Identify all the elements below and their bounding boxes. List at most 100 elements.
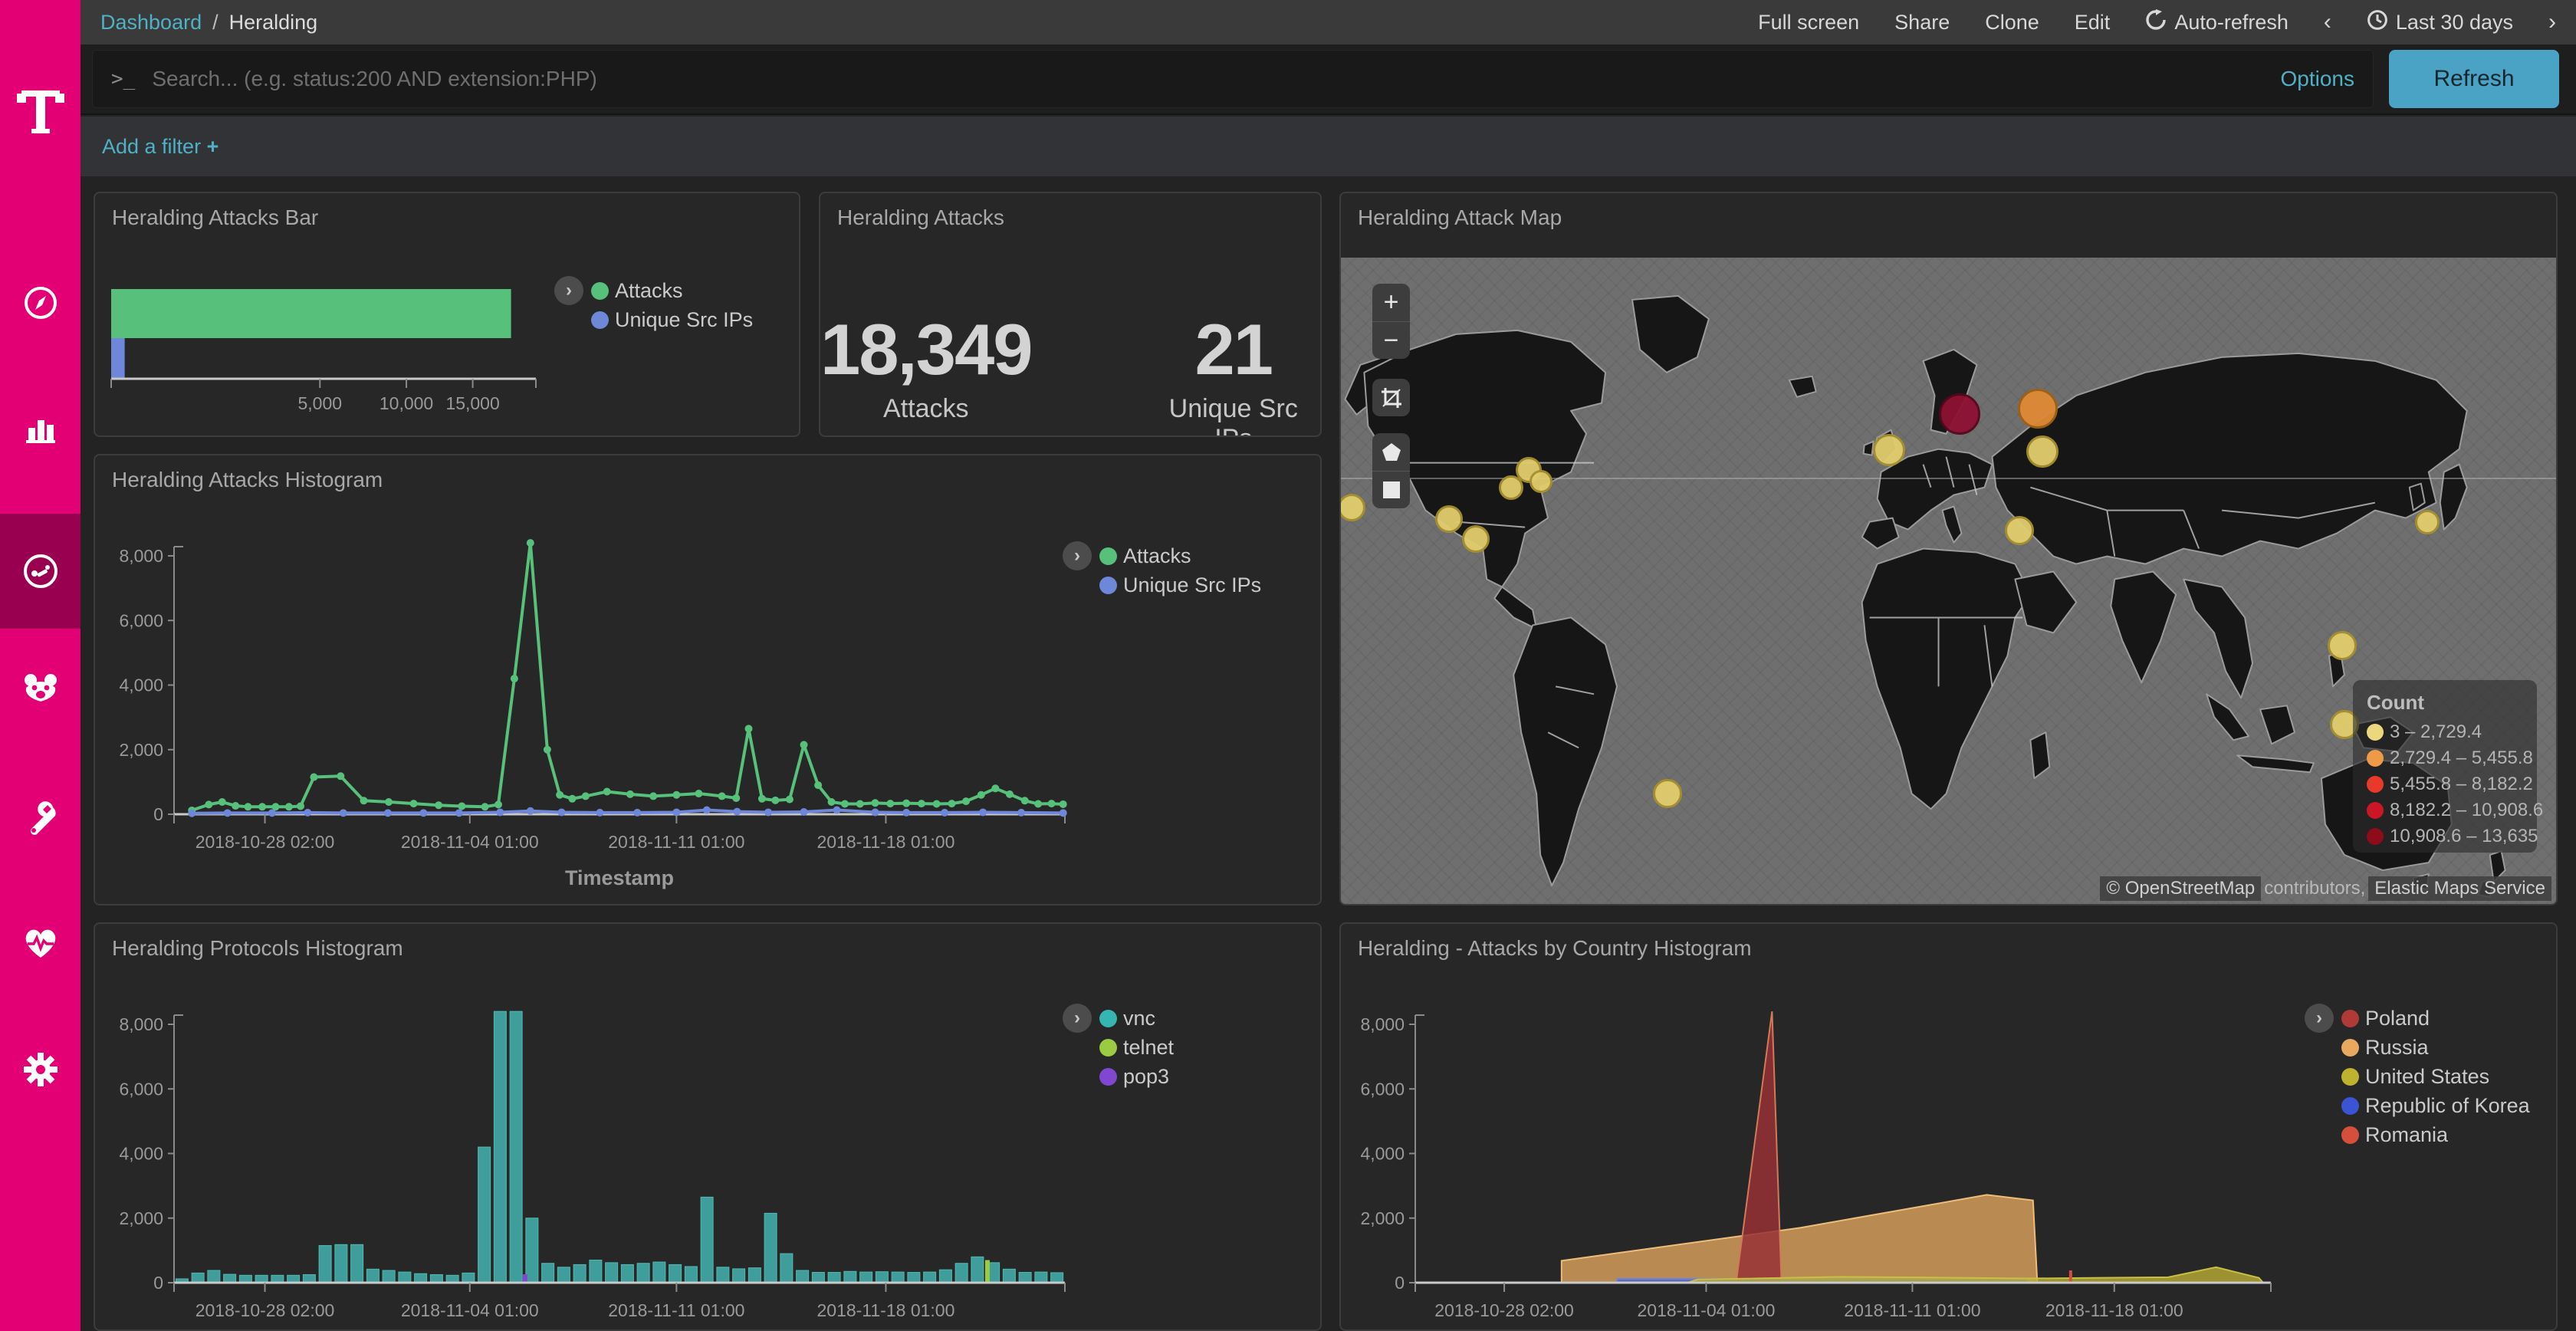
legend-label[interactable]: Romania xyxy=(2365,1123,2448,1147)
zoom-in-button[interactable]: + xyxy=(1372,284,1410,321)
attacks-line-chart[interactable]: 02,0004,0006,0008,0002018-10-28 02:00201… xyxy=(118,529,1138,889)
auto-refresh-button[interactable]: Auto-refresh xyxy=(2145,9,2288,36)
svg-text:6,000: 6,000 xyxy=(119,610,163,630)
svg-text:2018-10-28 02:00: 2018-10-28 02:00 xyxy=(1434,1300,1574,1320)
svg-text:2018-11-04 01:00: 2018-11-04 01:00 xyxy=(401,832,539,852)
sidebar-item-dashboard[interactable] xyxy=(0,514,80,629)
legend-item: Unique Src IPs xyxy=(1063,570,1261,600)
sidebar-item-tpot[interactable] xyxy=(0,633,80,748)
svg-text:2018-11-18 01:00: 2018-11-18 01:00 xyxy=(816,832,955,852)
svg-text:0: 0 xyxy=(153,804,163,824)
refresh-button[interactable]: Refresh xyxy=(2389,50,2559,108)
svg-text:4,000: 4,000 xyxy=(1360,1144,1405,1164)
draw-rectangle-button[interactable] xyxy=(1372,471,1410,508)
sidebar-item-discover[interactable] xyxy=(0,245,80,360)
legend-label[interactable]: telnet xyxy=(1123,1036,1174,1060)
sidebar-item-visualize[interactable] xyxy=(0,372,80,487)
chart-legend: › vnc telnet pop3 xyxy=(1063,1004,1174,1091)
fit-bounds-icon[interactable] xyxy=(1372,379,1410,416)
panel-attacks-bar: Heralding Attacks Bar 5,00010,00015,000 … xyxy=(94,192,800,437)
time-back-chevron[interactable]: ‹ xyxy=(2324,9,2331,35)
world-map[interactable]: + − xyxy=(1341,258,2558,905)
svg-text:4,000: 4,000 xyxy=(119,675,163,695)
attack-map-marker[interactable] xyxy=(1530,470,1552,493)
panel-country-histogram: Heralding - Attacks by Country Histogram… xyxy=(1339,922,2558,1331)
legend-color-dot xyxy=(2367,802,2384,819)
protocols-bar-chart[interactable]: 02,0004,0006,0008,0002018-10-28 02:00201… xyxy=(118,997,1138,1331)
attack-map-marker[interactable] xyxy=(2018,389,2058,429)
panel-title: Heralding - Attacks by Country Histogram xyxy=(1358,936,1752,961)
svg-text:2018-11-18 01:00: 2018-11-18 01:00 xyxy=(2045,1300,2183,1320)
map-legend-bucket: 2,729.4 – 5,455.8 xyxy=(2367,745,2537,771)
svg-text:0: 0 xyxy=(153,1273,163,1293)
breadcrumb-dashboard-link[interactable]: Dashboard xyxy=(100,11,202,35)
time-forward-chevron[interactable]: › xyxy=(2548,9,2556,35)
legend-expand-button[interactable]: › xyxy=(2305,1004,2334,1033)
edit-button[interactable]: Edit xyxy=(2075,11,2111,35)
kibana-dashboard-screen: Dashboard / Heralding Full screen Share … xyxy=(0,0,2576,1331)
country-area-chart[interactable]: 02,0004,0006,0008,0002018-10-28 02:00201… xyxy=(1341,997,2322,1331)
legend-color-dot xyxy=(2341,1010,2359,1027)
legend-color-dot xyxy=(2341,1068,2359,1086)
legend-label[interactable]: United States xyxy=(2365,1065,2489,1089)
svg-text:6,000: 6,000 xyxy=(1360,1079,1405,1099)
svg-text:10,000: 10,000 xyxy=(380,393,433,413)
map-legend-title: Count xyxy=(2367,691,2537,715)
attack-map-marker[interactable] xyxy=(2415,510,2440,534)
add-filter-link[interactable]: Add a filter + xyxy=(102,135,219,159)
legend-label[interactable]: Republic of Korea xyxy=(2365,1094,2530,1118)
legend-label[interactable]: Attacks xyxy=(1123,544,1191,568)
legend-expand-button[interactable]: › xyxy=(1063,1004,1092,1033)
legend-item: Republic of Korea xyxy=(2305,1091,2530,1120)
wrench-icon xyxy=(22,798,59,835)
heartbeat-icon xyxy=(21,924,60,962)
legend-label[interactable]: Poland xyxy=(2365,1007,2430,1030)
share-button[interactable]: Share xyxy=(1894,11,1950,35)
legend-expand-button[interactable]: › xyxy=(1063,541,1092,570)
legend-label[interactable]: Attacks xyxy=(615,279,683,303)
legend-item: › vnc xyxy=(1063,1004,1174,1033)
sidebar-item-management[interactable] xyxy=(0,1012,80,1127)
legend-label[interactable]: vnc xyxy=(1123,1007,1155,1030)
legend-label[interactable]: pop3 xyxy=(1123,1065,1169,1089)
attack-map-marker[interactable] xyxy=(1653,779,1682,808)
ems-attribution-link[interactable]: Elastic Maps Service xyxy=(2368,876,2551,901)
svg-text:2,000: 2,000 xyxy=(1360,1208,1405,1228)
full-screen-button[interactable]: Full screen xyxy=(1758,11,1859,35)
options-link[interactable]: Options xyxy=(2281,67,2355,91)
zoom-out-button[interactable]: − xyxy=(1372,321,1410,359)
chart-legend: › Attacks Unique Src IPs xyxy=(554,276,753,334)
legend-item: › Poland xyxy=(2305,1004,2530,1033)
svg-text:2018-11-11 01:00: 2018-11-11 01:00 xyxy=(608,832,744,852)
legend-label[interactable]: Unique Src IPs xyxy=(1123,573,1261,597)
attack-map-marker[interactable] xyxy=(1462,525,1490,553)
legend-label[interactable]: Russia xyxy=(2365,1036,2429,1060)
bar-chart-icon xyxy=(22,411,59,448)
filter-bar: Add a filter + xyxy=(80,117,2576,176)
time-range-picker[interactable]: Last 30 days xyxy=(2367,9,2513,36)
sidebar-item-monitoring[interactable] xyxy=(0,886,80,1001)
panel-protocols-histogram: Heralding Protocols Histogram 02,0004,00… xyxy=(94,922,1322,1331)
attack-map-marker[interactable] xyxy=(1873,434,1905,466)
panel-title: Heralding Attacks Histogram xyxy=(112,468,383,492)
search-input[interactable] xyxy=(150,66,2280,92)
clone-button[interactable]: Clone xyxy=(1985,11,2039,35)
top-navbar: Dashboard / Heralding Full screen Share … xyxy=(80,0,2576,44)
t-mobile-logo-icon[interactable] xyxy=(0,31,80,192)
svg-text:2018-10-28 02:00: 2018-10-28 02:00 xyxy=(196,832,335,852)
metric-label: Unique Src IPs xyxy=(1147,394,1320,437)
osm-attribution-link[interactable]: © OpenStreetMap xyxy=(2100,876,2261,901)
legend-color-dot xyxy=(1099,577,1117,594)
sidebar-item-dev-tools[interactable] xyxy=(0,759,80,874)
panel-title: Heralding Attacks xyxy=(837,205,1004,230)
legend-label[interactable]: Unique Src IPs xyxy=(615,308,753,332)
legend-color-dot xyxy=(591,311,609,329)
attack-map-marker[interactable] xyxy=(1939,393,1980,435)
terminal-prompt-icon: >_ xyxy=(111,67,135,90)
draw-polygon-button[interactable] xyxy=(1372,433,1410,471)
legend-item: telnet xyxy=(1063,1033,1174,1062)
attack-map-marker[interactable] xyxy=(2005,516,2034,545)
legend-expand-button[interactable]: › xyxy=(554,276,583,305)
attack-map-marker[interactable] xyxy=(2328,631,2357,660)
svg-text:5,000: 5,000 xyxy=(297,393,342,413)
